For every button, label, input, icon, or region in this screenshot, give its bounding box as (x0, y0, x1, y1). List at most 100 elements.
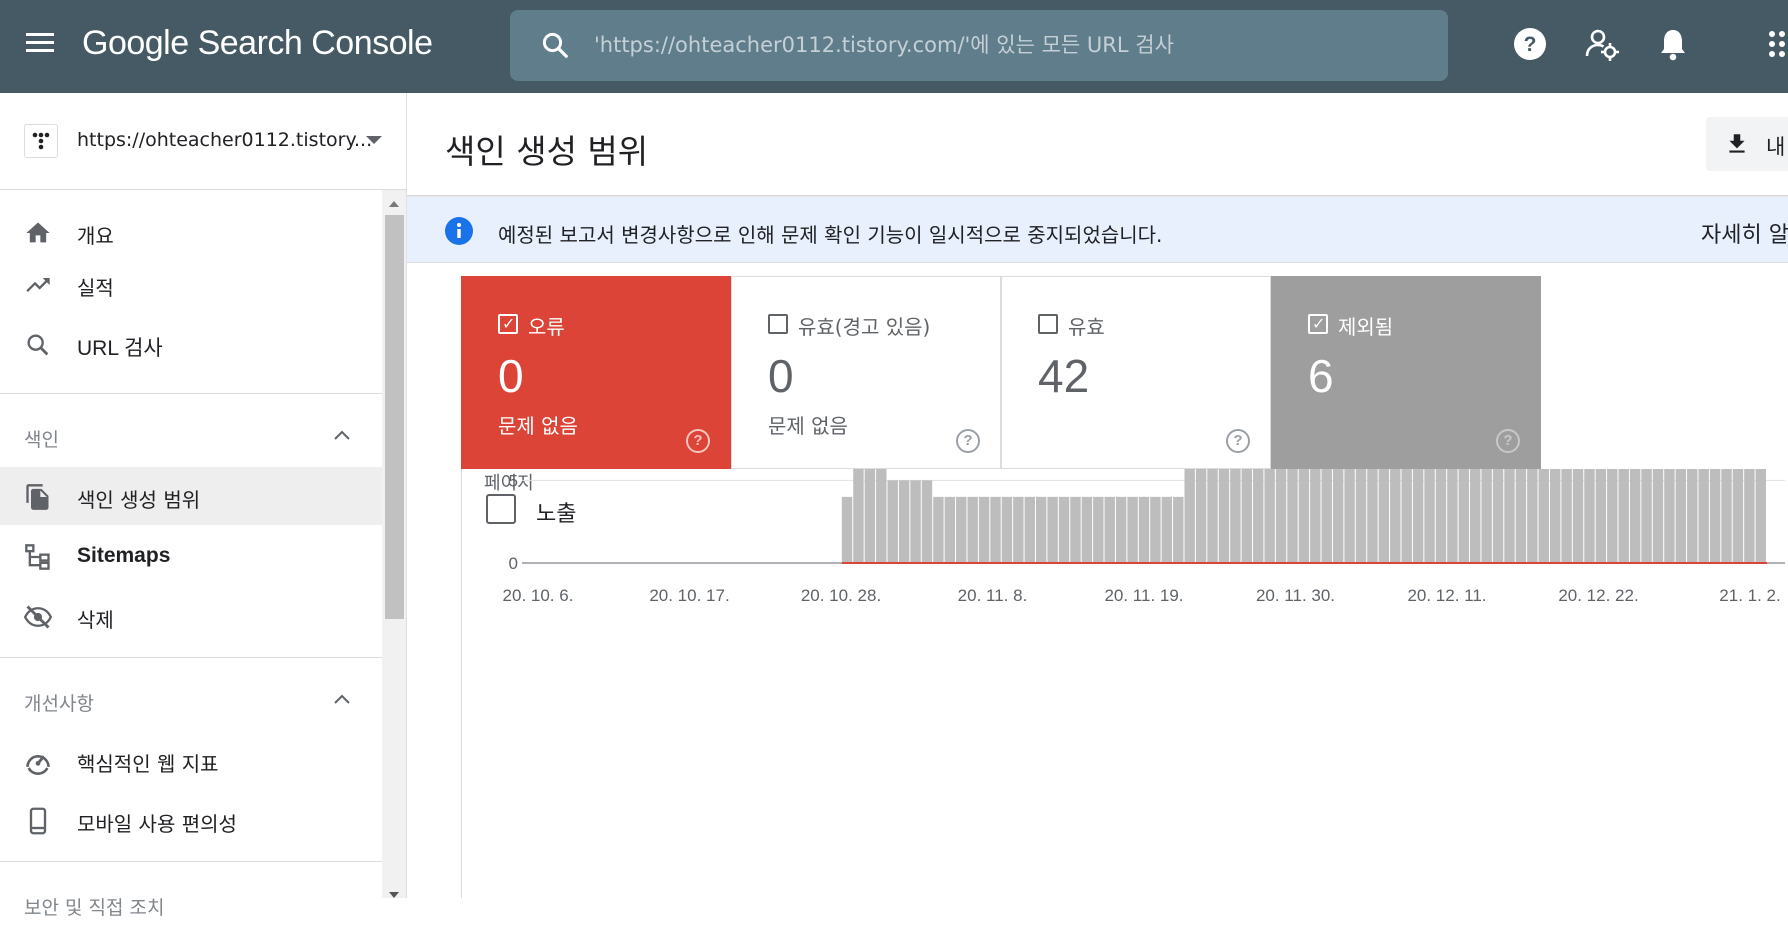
visibility-off-icon (24, 605, 52, 629)
page-title: 색인 생성 범위 (445, 132, 649, 171)
impressions-label: 노출 (536, 502, 577, 527)
section-header-index[interactable]: 색인 (0, 407, 382, 465)
property-selector[interactable]: https://ohteacher0112.tistory... (0, 93, 406, 190)
bar (1618, 331, 1629, 563)
bar (1093, 496, 1104, 563)
search-icon (27, 334, 49, 356)
help-icon[interactable]: ? (686, 429, 710, 453)
scroll-up-arrow-icon[interactable] (389, 201, 399, 207)
section-header-enhancements[interactable]: 개선사항 (0, 671, 382, 729)
bar (1664, 331, 1675, 563)
sidebar-item-label: 모바일 사용 편의성 (77, 812, 237, 836)
x-tick-label: 20. 11. 8. (958, 586, 1028, 605)
bar (1355, 331, 1367, 563)
sidebar-item-url-inspection[interactable]: URL 검사 (0, 315, 382, 373)
sidebar-item-label: 실적 (77, 276, 114, 300)
help-icon[interactable]: ? (1496, 429, 1520, 453)
status-card-valid[interactable]: 유효 42 ? (1001, 276, 1271, 469)
bar (1709, 414, 1721, 563)
bar (1744, 463, 1755, 563)
bar (1675, 331, 1687, 563)
checkbox-unchecked[interactable] (768, 314, 788, 334)
url-inspection-search[interactable] (510, 10, 1448, 81)
x-tick-label: 20. 10. 17. (649, 586, 729, 605)
sidebar-item-core-web-vitals[interactable]: 핵심적인 웹 지표 (0, 731, 382, 789)
sidebar-item-coverage[interactable]: 색인 생성 범위 (0, 467, 382, 525)
bar (1001, 496, 1013, 563)
sidebar-item-label: 핵심적인 웹 지표 (77, 752, 219, 776)
section-header-security[interactable]: 보안 및 직접 조치 (0, 875, 382, 933)
checkbox-unchecked[interactable] (486, 494, 516, 524)
card-title: 제외됨 (1338, 315, 1394, 339)
apps-grid-icon[interactable] (1766, 26, 1788, 66)
sidebar-item-sitemaps[interactable]: Sitemaps (0, 527, 382, 585)
checkbox-unchecked[interactable] (1038, 314, 1058, 334)
bar (967, 496, 978, 563)
card-title: 오류 (528, 315, 565, 339)
bar (1481, 331, 1492, 563)
sidebar-scroll-thumb[interactable] (385, 215, 404, 619)
x-tick-label: 20. 11. 30. (1256, 586, 1335, 605)
learn-more-link[interactable]: 자세히 알 (1701, 217, 1788, 249)
status-card-excluded[interactable]: ✓ 제외됨 6 ? (1271, 276, 1541, 469)
bar (864, 463, 876, 563)
sidebar-item-removals[interactable]: 삭제 (0, 587, 382, 645)
bar (944, 496, 956, 563)
bar (978, 496, 990, 563)
divider (0, 861, 382, 862)
status-card-valid-with-warnings[interactable]: 유효(경고 있음) 0 문제 없음 ? (731, 276, 1001, 469)
notifications-icon[interactable] (1655, 26, 1695, 66)
section-label: 개선사항 (24, 693, 94, 715)
card-title: 유효 (1068, 315, 1105, 339)
bar (1230, 430, 1241, 563)
bar (1150, 496, 1161, 563)
bar (1527, 331, 1538, 563)
bar (1047, 496, 1058, 563)
coverage-chart-panel: 페이지05101520. 10. 6.20. 10. 17.20. 10. 28… (461, 306, 1788, 898)
bar (1424, 331, 1435, 563)
bar (921, 480, 933, 563)
bar (1104, 496, 1115, 563)
help-icon[interactable]: ? (1512, 26, 1552, 66)
help-icon[interactable]: ? (1226, 429, 1250, 453)
card-subtitle: 문제 없음 (768, 414, 848, 438)
help-icon[interactable]: ? (956, 429, 980, 453)
card-count: 6 (1308, 350, 1334, 402)
bar (853, 463, 864, 563)
main-content: 색인 생성 범위 내 예정된 보고서 변경사항으로 인해 문제 확인 기능이 일… (407, 93, 1788, 898)
main-menu-button[interactable] (24, 28, 58, 62)
bar (1470, 331, 1481, 563)
admin-settings-icon[interactable] (1584, 26, 1624, 66)
bar (1058, 496, 1070, 563)
card-subtitle: 문제 없음 (498, 414, 578, 438)
bar (1321, 331, 1332, 563)
x-tick-label: 21. 1. 2. (1719, 586, 1780, 605)
bar (1412, 331, 1424, 563)
app-title[interactable]: Google Search Console (82, 24, 433, 63)
svg-text:?: ? (1524, 33, 1537, 56)
sidebar-item-overview[interactable]: 개요 (0, 203, 382, 261)
bar (898, 480, 910, 563)
status-card-error[interactable]: ✓ 오류 0 문제 없음 ? (461, 276, 731, 469)
info-banner: 예정된 보고서 변경사항으로 인해 문제 확인 기능이 일시적으로 중지되었습니… (407, 197, 1788, 263)
scroll-down-arrow-icon[interactable] (389, 892, 399, 898)
sidebar-item-mobile-usability[interactable]: 모바일 사용 편의성 (0, 791, 382, 849)
sidebar-item-label: 색인 생성 범위 (77, 488, 201, 512)
bar (1310, 331, 1321, 563)
bar (990, 496, 1001, 563)
checkbox-checked[interactable]: ✓ (498, 314, 518, 334)
checkbox-checked[interactable]: ✓ (1308, 314, 1328, 334)
x-tick-label: 20. 12. 22. (1558, 586, 1638, 605)
chevron-up-icon (334, 694, 350, 704)
coverage-bar-chart: 페이지05101520. 10. 6.20. 10. 17.20. 10. 28… (484, 306, 1785, 605)
banner-message: 예정된 보고서 변경사항으로 인해 문제 확인 기능이 일시적으로 중지되었습니… (498, 223, 1163, 247)
bar (1378, 315, 1390, 563)
bar (1253, 430, 1264, 563)
search-input[interactable] (594, 24, 1414, 66)
bar (1195, 430, 1207, 563)
bar (1218, 430, 1230, 563)
sidebar-item-performance[interactable]: 실적 (0, 255, 382, 313)
export-button[interactable]: 내 (1706, 117, 1788, 171)
x-tick-label: 20. 10. 6. (503, 586, 574, 605)
info-icon (445, 217, 473, 245)
